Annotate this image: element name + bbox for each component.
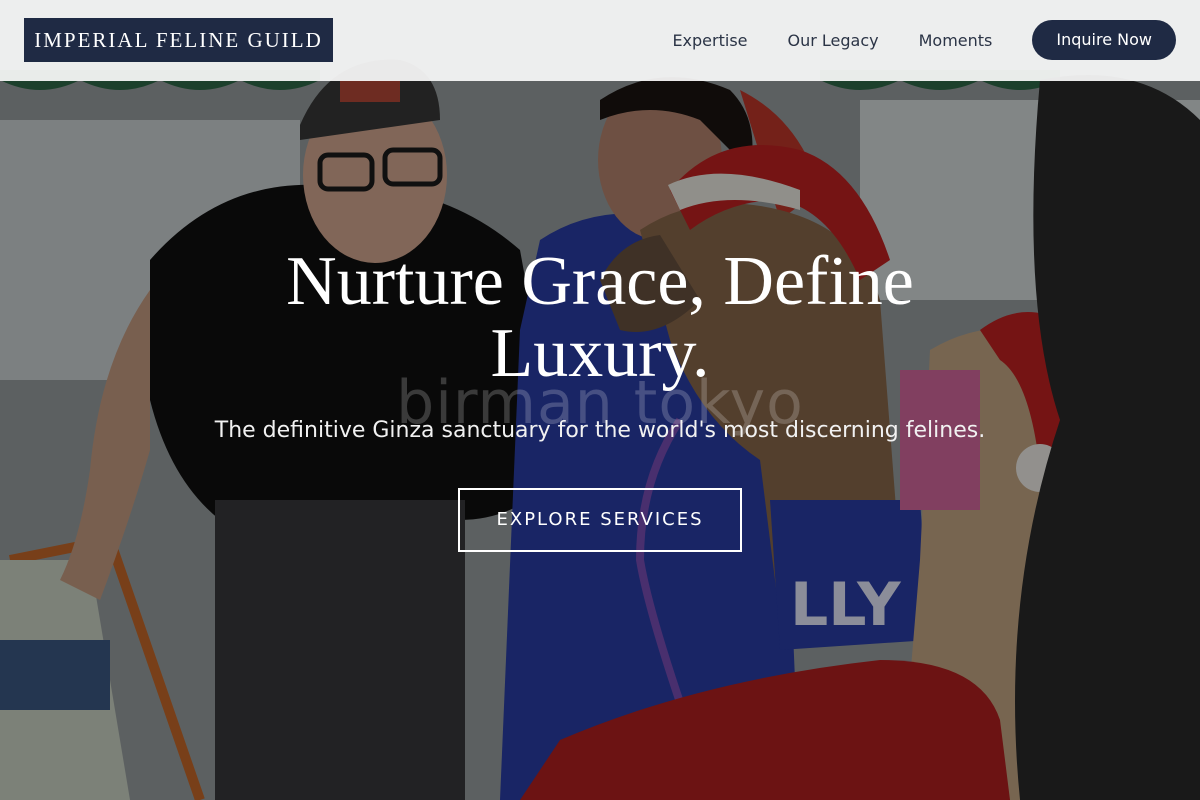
nav-link-our-legacy[interactable]: Our Legacy — [788, 31, 879, 50]
hero-content: birman tokyo Nurture Grace, Define Luxur… — [0, 0, 1200, 800]
main-nav: Expertise Our Legacy Moments Inquire Now — [672, 20, 1176, 60]
site-logo[interactable]: IMPERIAL FELINE GUILD — [24, 18, 333, 62]
site-header: IMPERIAL FELINE GUILD Expertise Our Lega… — [0, 0, 1200, 81]
hero-headline: Nurture Grace, Define Luxury. — [286, 243, 914, 392]
explore-services-button[interactable]: EXPLORE SERVICES — [458, 488, 742, 552]
inquire-now-button[interactable]: Inquire Now — [1032, 20, 1176, 60]
nav-link-moments[interactable]: Moments — [919, 31, 993, 50]
hero-subtitle: The definitive Ginza sanctuary for the w… — [214, 418, 986, 443]
nav-link-expertise[interactable]: Expertise — [672, 31, 747, 50]
